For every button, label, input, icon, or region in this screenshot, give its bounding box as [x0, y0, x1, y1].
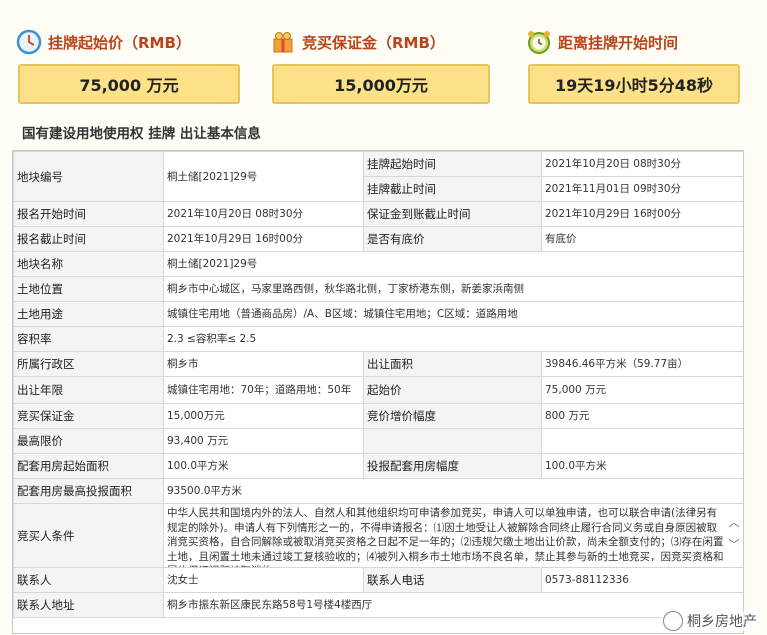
land-use-label: 土地用途 [13, 301, 164, 327]
table-row: 出让年限 城镇住宅用地：70年；道路用地：50年 起始价 75,000 万元 [13, 376, 743, 404]
table-row: 竞买保证金 15,000万元 竞价增价幅度 800 万元 [13, 403, 743, 429]
housing-start-area-value: 100.0平方米 [163, 453, 364, 479]
bid-deposit-label: 竞买保证金 [13, 403, 164, 429]
reserve-price-value: 有底价 [541, 226, 743, 252]
district-label: 所属行政区 [13, 351, 164, 377]
listing-end-value: 2021年11月01日 09时30分 [541, 176, 743, 202]
table-row: 报名开始时间 2021年10月20日 08时30分 保证金到账截止时间 2021… [13, 201, 743, 227]
starting-price-title: 挂牌起始价（RMB） [14, 28, 191, 56]
countdown-title: 距离挂牌开始时间 [524, 28, 678, 56]
table-row: 地块编号 桐土储[2021]29号 挂牌起始时间 2021年10月20日 08时… [13, 151, 743, 202]
bid-increment-value: 800 万元 [541, 403, 743, 429]
table-row: 联系人 沈女士 联系人电话 0573-88112336 [13, 567, 743, 593]
watermark-text: 桐乡房地产 [687, 614, 757, 630]
scroll-up-icon[interactable]: ︿ [727, 512, 741, 534]
housing-increment-label: 投报配套用房幅度 [363, 453, 542, 479]
starting-price-label: 挂牌起始价（RMB） [48, 33, 191, 52]
deposit-title: 竞买保证金（RMB） [268, 28, 445, 56]
plot-number-value: 桐土储[2021]29号 [163, 151, 364, 202]
reserve-price-label: 是否有底价 [363, 226, 542, 252]
starting-price-value: 75,000 万元 [18, 64, 240, 104]
contact-phone-value: 0573-88112336 [541, 567, 743, 593]
starting-price-panel: 挂牌起始价（RMB） 75,000 万元 [14, 0, 254, 112]
listing-start-value: 2021年10月20日 08时30分 [541, 151, 743, 177]
table-row: 土地用途 城镇住宅用地（普通商品房）/A、B区域：城镇住宅用地；C区域：道路用地 [13, 301, 743, 327]
bidder-conditions-cell: 中华人民共和国境内外的法人、自然人和其他组织均可申请参加竞买，申请人可以单独申请… [163, 503, 743, 568]
registration-end-value: 2021年10月29日 16时00分 [163, 226, 364, 252]
bidder-conditions-label: 竞买人条件 [13, 503, 164, 568]
empty-value [541, 428, 743, 454]
section-title: 国有建设用地使用权 挂牌 出让基本信息 [22, 126, 261, 142]
bid-deposit-value: 15,000万元 [163, 403, 364, 429]
bidder-conditions-text: 中华人民共和国境内外的法人、自然人和其他组织均可申请参加竞买，申请人可以单独申请… [167, 507, 724, 567]
contact-label: 联系人 [13, 567, 164, 593]
table-row: 配套用房起始面积 100.0平方米 投报配套用房幅度 100.0平方米 [13, 453, 743, 479]
listing-end-label: 挂牌截止时间 [363, 176, 542, 202]
land-use-value: 城镇住宅用地（普通商品房）/A、B区域：城镇住宅用地；C区域：道路用地 [163, 301, 743, 327]
registration-start-label: 报名开始时间 [13, 201, 164, 227]
starting-price-row-label: 起始价 [363, 376, 542, 404]
land-info-table: 地块编号 桐土储[2021]29号 挂牌起始时间 2021年10月20日 08时… [13, 151, 743, 618]
max-price-value: 93,400 万元 [163, 428, 364, 454]
scrollbar[interactable]: ︿ ﹀ [727, 512, 741, 556]
countdown-label: 距离挂牌开始时间 [558, 33, 679, 52]
table-row: 容积率 2.3 ≤容积率≤ 2.5 [13, 326, 743, 352]
watermark: 桐乡房地产 [661, 611, 759, 631]
max-price-label: 最高限价 [13, 428, 164, 454]
starting-price-row-value: 75,000 万元 [541, 376, 743, 404]
deposit-deadline-value: 2021年10月29日 16时00分 [541, 201, 743, 227]
area-value: 39846.46平方米（59.77亩） [541, 351, 743, 377]
district-value: 桐乡市 [163, 351, 364, 377]
registration-start-value: 2021年10月20日 08时30分 [163, 201, 364, 227]
deposit-deadline-label: 保证金到账截止时间 [363, 201, 542, 227]
deposit-label: 竞买保证金（RMB） [302, 33, 445, 52]
contact-value: 沈女士 [163, 567, 364, 593]
plot-ratio-label: 容积率 [13, 326, 164, 352]
info-table-frame: 地块编号 桐土储[2021]29号 挂牌起始时间 2021年10月20日 08时… [12, 150, 744, 634]
alarm-clock-icon [524, 28, 554, 56]
land-location-value: 桐乡市中心城区，马家里路西侧，秋华路北侧，丁家桥港东侧，新姜家浜南侧 [163, 276, 743, 302]
bid-increment-label: 竞价增价幅度 [363, 403, 542, 429]
plot-number-label: 地块编号 [13, 151, 164, 202]
summary-panels: 挂牌起始价（RMB） 75,000 万元 竞买保证金（RMB） 15,000万元… [0, 0, 767, 112]
land-location-label: 土地位置 [13, 276, 164, 302]
plot-name-value: 桐土储[2021]29号 [163, 251, 743, 277]
listing-start-label: 挂牌起始时间 [363, 151, 542, 177]
registration-end-label: 报名截止时间 [13, 226, 164, 252]
term-value: 城镇住宅用地：70年；道路用地：50年 [163, 376, 364, 404]
contact-address-label: 联系人地址 [13, 592, 164, 618]
table-row: 竞买人条件 中华人民共和国境内外的法人、自然人和其他组织均可申请参加竞买，申请人… [13, 503, 743, 568]
plot-ratio-value: 2.3 ≤容积率≤ 2.5 [163, 326, 743, 352]
housing-start-area-label: 配套用房起始面积 [13, 453, 164, 479]
table-row: 地块名称 桐土储[2021]29号 [13, 251, 743, 277]
table-row: 最高限价 93,400 万元 [13, 428, 743, 454]
empty-label [363, 428, 542, 454]
contact-phone-label: 联系人电话 [363, 567, 542, 593]
housing-max-area-value: 93500.0平方米 [163, 478, 743, 504]
table-row: 土地位置 桐乡市中心城区，马家里路西侧，秋华路北侧，丁家桥港东侧，新姜家浜南侧 [13, 276, 743, 302]
countdown-value: 19天19小时5分48秒 [528, 64, 740, 104]
plot-name-label: 地块名称 [13, 251, 164, 277]
housing-increment-value: 100.0平方米 [541, 453, 743, 479]
table-row: 所属行政区 桐乡市 出让面积 39846.46平方米（59.77亩） [13, 351, 743, 377]
housing-max-area-label: 配套用房最高投报面积 [13, 478, 164, 504]
wechat-icon [663, 611, 683, 631]
table-row: 配套用房最高投报面积 93500.0平方米 [13, 478, 743, 504]
scroll-down-icon[interactable]: ﹀ [727, 534, 741, 556]
deposit-panel: 竞买保证金（RMB） 15,000万元 [268, 0, 508, 112]
contact-address-value: 桐乡市振东新区康民东路58号1号楼4楼西厅 [163, 592, 743, 618]
term-label: 出让年限 [13, 376, 164, 404]
countdown-panel: 距离挂牌开始时间 19天19小时5分48秒 [524, 0, 764, 112]
table-row: 联系人地址 桐乡市振东新区康民东路58号1号楼4楼西厅 [13, 592, 743, 618]
bidder-conditions-scrollbox[interactable]: 中华人民共和国境内外的法人、自然人和其他组织均可申请参加竞买，申请人可以单独申请… [165, 505, 743, 567]
clock-icon [14, 28, 44, 56]
area-label: 出让面积 [363, 351, 542, 377]
table-row: 报名截止时间 2021年10月29日 16时00分 是否有底价 有底价 [13, 226, 743, 252]
gift-icon [268, 28, 298, 56]
deposit-value: 15,000万元 [272, 64, 490, 104]
